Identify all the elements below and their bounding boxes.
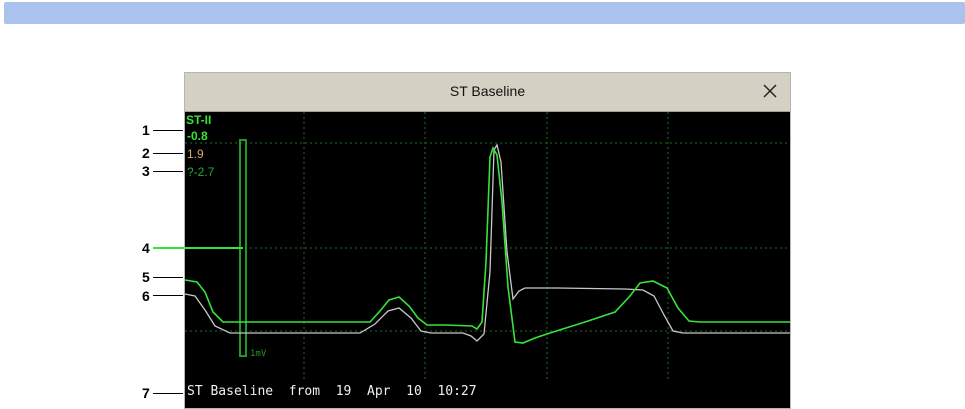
lead-name: ST-II [186,113,212,127]
ecg-waveform-area [185,112,790,380]
callout-3-line [153,171,183,172]
callout-7-line [153,393,183,394]
callout-1-label: 1 [142,122,150,138]
st-baseline-window: ST Baseline ST-II -0.8 1.9 ?-2.7 1mV ST … [184,72,791,409]
callout-2-line [153,153,183,154]
ecg-grid [185,112,790,380]
callout-1-line [153,130,183,131]
ecg-display: ST-II -0.8 1.9 ?-2.7 1mV ST Baseline fro… [185,112,790,409]
baseline-st-value: 1.9 [187,147,204,161]
current-waveform [185,146,790,344]
callout-5-line [153,277,183,278]
window-titlebar: ST Baseline [185,73,790,112]
header-bar [4,2,965,24]
scale-label: 1mV [250,349,267,359]
callout-7-label: 7 [142,385,150,401]
callout-6-label: 6 [142,288,150,304]
close-icon[interactable] [760,81,780,101]
current-st-value: -0.8 [187,129,208,143]
callout-4-label: 4 [142,240,150,256]
callout-5-label: 5 [142,269,150,285]
callout-6-line [153,295,183,296]
window-title: ST Baseline [449,83,526,99]
st-difference-value: ?-2.7 [187,165,215,179]
baseline-timestamp: ST Baseline from 19 Apr 10 10:27 [187,384,477,399]
callout-2-label: 2 [142,145,150,161]
callout-3-label: 3 [142,163,150,179]
